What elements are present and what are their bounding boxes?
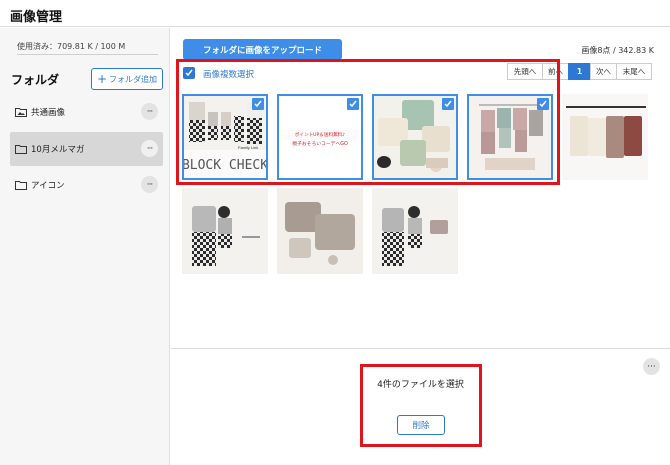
- thumbnail-mannequin-checks[interactable]: [182, 188, 268, 274]
- selection-footer: ··· 4件のファイルを選択 削除: [171, 348, 670, 465]
- image-count: 画像8点 / 342.83 K: [581, 46, 654, 55]
- image-area: フォルダに画像をアップロード 画像8点 / 342.83 K 画像複数選択 先頭…: [171, 28, 670, 465]
- selected-check-icon[interactable]: [347, 98, 359, 110]
- pagination: 先頭へ 前へ 1 次へ 末尾へ: [507, 63, 652, 80]
- folder-item-october-newsletter[interactable]: 10月メルマガ ···: [10, 132, 163, 166]
- more-options-icon[interactable]: ···: [141, 103, 158, 120]
- folder-item-icons[interactable]: アイコン ···: [10, 168, 163, 202]
- thumbnail-knits-on-rack[interactable]: [562, 94, 648, 180]
- banner-line1: ポイントUP＆送料無料♪: [295, 131, 345, 138]
- folder-image-icon: [15, 107, 27, 117]
- mannequin-checks-image: [182, 188, 268, 274]
- knits-on-rack-image: [562, 94, 648, 180]
- selected-check-icon[interactable]: [252, 98, 264, 110]
- thumbnail-sweater-collage[interactable]: [372, 94, 458, 180]
- page-title: 画像管理: [10, 10, 63, 25]
- page-first-button[interactable]: 先頭へ: [507, 63, 543, 80]
- thumbnail-block-check[interactable]: Family Link BLOCK CHECK: [182, 94, 268, 180]
- multi-select-checkbox[interactable]: [183, 67, 195, 79]
- plus-icon: +: [96, 72, 108, 86]
- thumbnail-text-banner[interactable]: ポイントUP＆送料無料♪ 親子おそろいコーデへGO: [277, 94, 363, 180]
- thumbnail-parent-child-sweatshirts[interactable]: [277, 188, 363, 274]
- more-options-icon[interactable]: ···: [141, 140, 158, 157]
- page-last-button[interactable]: 末尾へ: [616, 63, 652, 80]
- page-header: 画像管理: [0, 0, 670, 27]
- delete-button[interactable]: 削除: [397, 415, 445, 435]
- folder-label: アイコン: [31, 181, 65, 191]
- check-icon: [185, 69, 193, 77]
- mannequin-checks-2-image: [372, 188, 458, 274]
- folder-sidebar: 使用済み：709.81 K / 100 M フォルダ + フォルダ追加 共通画像…: [0, 28, 170, 465]
- folder-icon: [15, 180, 27, 190]
- folder-icon: [15, 144, 27, 154]
- multi-select-label[interactable]: 画像複数選択: [203, 68, 254, 80]
- folder-item-common-images[interactable]: 共通画像 ···: [10, 95, 163, 129]
- more-options-icon[interactable]: ···: [141, 176, 158, 193]
- thumbnail-mannequin-checks-2[interactable]: [372, 188, 458, 274]
- folder-label: 共通画像: [31, 108, 66, 118]
- selected-count-text: 4件のファイルを選択: [377, 380, 464, 390]
- small-label: Family Link: [238, 145, 258, 150]
- selected-check-icon[interactable]: [537, 98, 549, 110]
- thumbnail-pink-sets[interactable]: [467, 94, 553, 180]
- upload-to-folder-button[interactable]: フォルダに画像をアップロード: [183, 39, 342, 60]
- thumb-caption: BLOCK CHECK: [184, 158, 266, 173]
- sweatshirts-image: [277, 188, 363, 274]
- banner-line2: 親子おそろいコーデへGO: [292, 140, 348, 147]
- usage-divider: [17, 54, 158, 55]
- folders-heading: フォルダ: [11, 73, 60, 87]
- add-folder-button[interactable]: + フォルダ追加: [91, 68, 163, 90]
- page-current-button[interactable]: 1: [568, 63, 591, 80]
- selected-check-icon[interactable]: [442, 98, 454, 110]
- more-options-icon[interactable]: ···: [643, 358, 660, 375]
- add-folder-label: フォルダ追加: [109, 74, 158, 84]
- page-next-button[interactable]: 次へ: [590, 63, 617, 80]
- page-prev-button[interactable]: 前へ: [542, 63, 569, 80]
- storage-usage: 使用済み：709.81 K / 100 M: [17, 42, 126, 51]
- folder-label: 10月メルマガ: [31, 145, 85, 155]
